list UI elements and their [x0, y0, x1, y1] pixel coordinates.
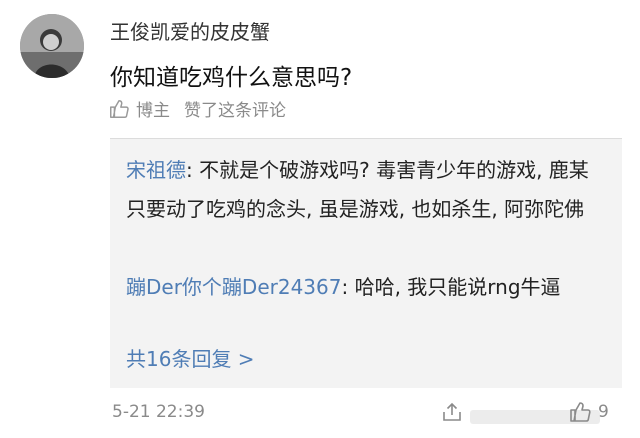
thumbs-up-icon [110, 99, 129, 118]
author-liked-indicator: 博主 赞了这条评论 [108, 96, 286, 121]
reply-author[interactable]: 宋祖德 [126, 158, 186, 182]
reply-separator: : [186, 158, 200, 182]
liked-action-text: 赞了这条评论 [184, 101, 286, 121]
like-icon[interactable] [568, 400, 592, 424]
like-button[interactable]: 9 [568, 400, 609, 424]
reply-author[interactable]: 蹦Der你个蹦Der24367 [126, 275, 341, 299]
author-label: 博主 [136, 101, 170, 121]
comment-text: 你知道吃鸡什么意思吗? [110, 65, 353, 91]
share-icon[interactable] [440, 400, 464, 424]
reply-text: 哈哈, 我只能说rng牛逼 [354, 275, 561, 299]
more-replies-link[interactable]: 共16条回复 > [126, 343, 255, 372]
avatar[interactable] [20, 14, 84, 78]
like-count: 9 [598, 402, 609, 422]
comment-username[interactable]: 王俊凯爱的皮皮蟹 [110, 16, 270, 45]
reply-item[interactable]: 蹦Der你个蹦Der24367: 哈哈, 我只能说rng牛逼 [126, 268, 604, 307]
replies-panel: 宋祖德: 不就是个破游戏吗? 毒害青少年的游戏, 鹿某只要动了吃鸡的念头, 虽是… [110, 138, 622, 388]
comment-timestamp: 5-21 22:39 [112, 402, 205, 422]
reply-item[interactable]: 宋祖德: 不就是个破游戏吗? 毒害青少年的游戏, 鹿某只要动了吃鸡的念头, 虽是… [126, 151, 604, 229]
reply-separator: : [341, 275, 355, 299]
